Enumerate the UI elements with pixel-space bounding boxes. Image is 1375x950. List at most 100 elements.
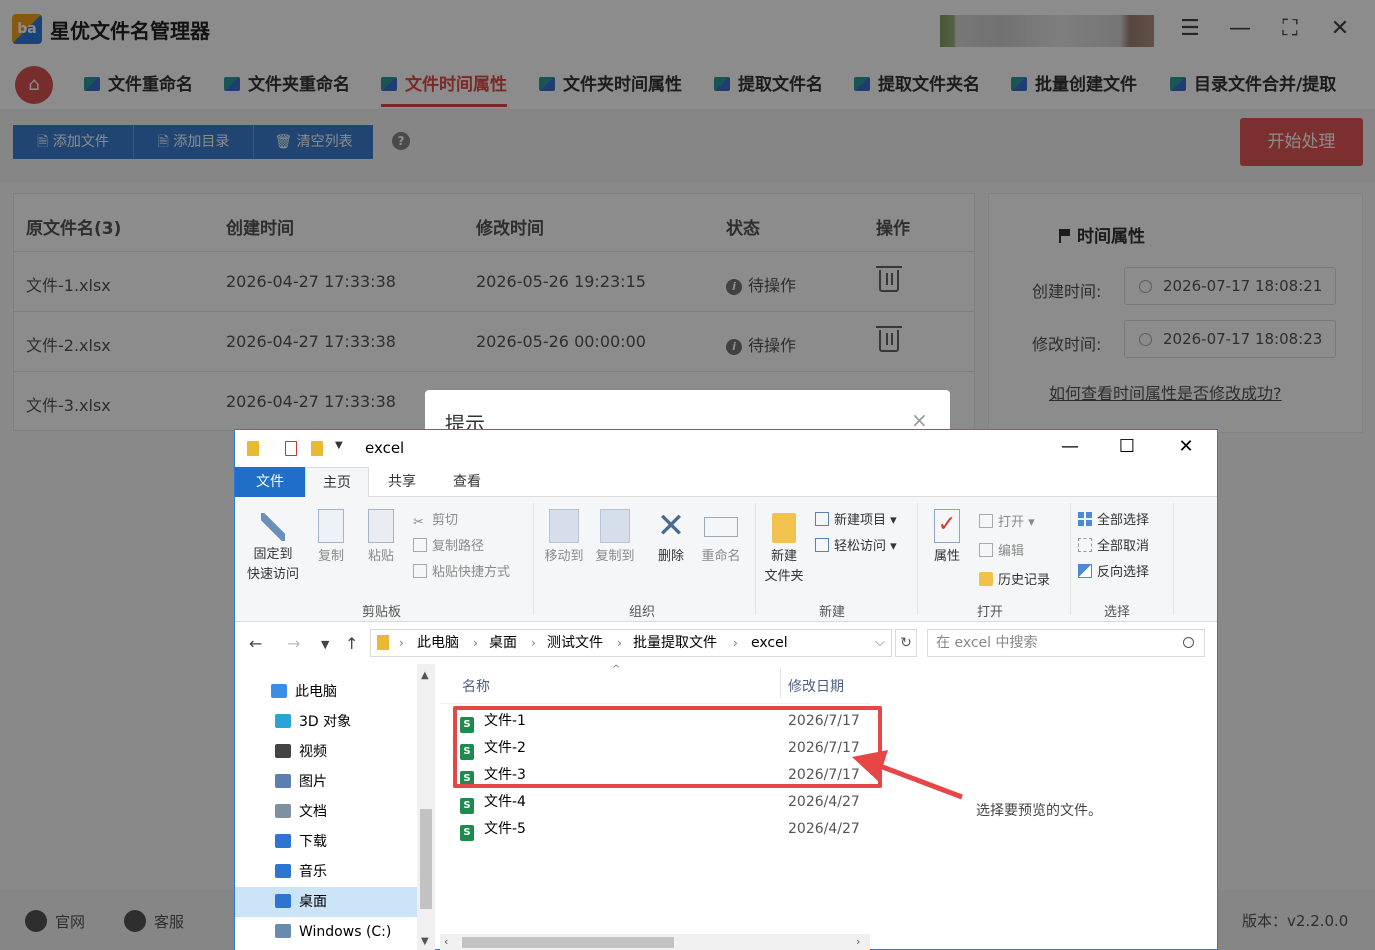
- tree-item-3d[interactable]: 3D 对象: [235, 707, 417, 737]
- column-divider[interactable]: [780, 668, 781, 698]
- music-note-icon: [275, 864, 291, 878]
- open-button[interactable]: 打开 ▾: [979, 511, 1035, 530]
- ribbon-tabs: 文件 主页 共享 查看 ︿ ?: [235, 467, 1217, 530]
- search-icon: [1183, 637, 1194, 648]
- invert-selection-button[interactable]: 反向选择: [1078, 561, 1149, 580]
- recent-dropdown-icon[interactable]: ▼: [321, 638, 329, 651]
- tree-item-documents[interactable]: 文档: [235, 797, 417, 827]
- ribbon-divider: [755, 503, 756, 615]
- paste-icon: [368, 509, 394, 543]
- new-item-icon: [815, 512, 829, 526]
- copy-path-button[interactable]: 复制路径: [413, 535, 484, 554]
- file-list-header: 名称 ^ 修改日期: [440, 664, 870, 704]
- folder-icon: [377, 635, 389, 650]
- breadcrumb-item[interactable]: 批量提取文件: [633, 630, 717, 656]
- group-clipboard-label: 剪贴板: [362, 605, 402, 620]
- tab-file[interactable]: 文件: [235, 467, 305, 497]
- col-name-header[interactable]: 名称: [462, 676, 490, 696]
- refresh-icon[interactable]: ↻: [895, 629, 917, 657]
- minimize-icon[interactable]: —: [1055, 436, 1085, 457]
- ribbon-divider: [1173, 503, 1174, 615]
- delete-button[interactable]: ✕ 删除: [651, 509, 691, 567]
- edit-button[interactable]: 编辑: [979, 540, 1024, 559]
- scroll-up-icon[interactable]: ▲: [421, 670, 429, 681]
- download-arrow-icon: [275, 834, 291, 848]
- new-item-button[interactable]: 新建项目 ▾: [815, 509, 897, 528]
- maximize-icon[interactable]: ☐: [1112, 436, 1142, 457]
- excel-file-icon: S: [460, 798, 474, 814]
- copy-to-button[interactable]: 复制到: [591, 509, 639, 567]
- easy-access-button[interactable]: 轻松访问 ▾: [815, 535, 897, 554]
- chevron-down-icon[interactable]: ▼: [335, 440, 343, 451]
- tree-scrollbar[interactable]: ▲ ▼: [417, 664, 435, 950]
- col-modified-header[interactable]: 修改日期: [788, 676, 844, 696]
- chevron-down-icon[interactable]: ⌵: [875, 630, 885, 656]
- select-all-button[interactable]: 全部选择: [1078, 509, 1149, 528]
- search-input[interactable]: 在 excel 中搜索: [927, 629, 1205, 657]
- ribbon: 固定到 快速访问 复制 粘贴 ✂ 剪切 复制路径 粘贴快捷方式 剪贴板 移动到 复制…: [235, 497, 1217, 622]
- move-to-button[interactable]: 移动到: [539, 509, 589, 567]
- close-icon[interactable]: ✕: [1171, 436, 1201, 457]
- group-select-label: 选择: [1104, 605, 1131, 620]
- tab-share[interactable]: 共享: [371, 467, 433, 497]
- history-button[interactable]: 历史记录: [979, 569, 1050, 588]
- file-explorer-window: ▼ excel — ☐ ✕ 文件 主页 共享 查看 ︿ ? 固定到快速访问 复制…: [234, 429, 1218, 950]
- copy-button[interactable]: 复制: [313, 509, 349, 567]
- chevron-right-icon: ›: [531, 636, 536, 650]
- desktop-icon: [275, 894, 291, 908]
- horizontal-scrollbar[interactable]: ‹ ›: [440, 934, 870, 950]
- new-folder-icon[interactable]: [311, 441, 323, 456]
- nav-tree: 此电脑 3D 对象 视频 图片 文档 下载 音乐 桌面 Windows (C:): [235, 664, 417, 950]
- cut-button[interactable]: ✂ 剪切: [413, 509, 458, 530]
- breadcrumb-item[interactable]: 此电脑: [417, 630, 459, 656]
- breadcrumb-item[interactable]: 桌面: [489, 630, 517, 656]
- ribbon-divider: [917, 503, 918, 615]
- tree-item-videos[interactable]: 视频: [235, 737, 417, 767]
- group-new-label: 新建: [819, 605, 846, 620]
- scroll-left-icon[interactable]: ‹: [444, 935, 448, 948]
- paste-button[interactable]: 粘贴: [363, 509, 399, 567]
- tree-item-drive-c[interactable]: Windows (C:): [235, 917, 417, 947]
- up-arrow-icon[interactable]: ↑: [345, 634, 358, 653]
- breadcrumb-item[interactable]: excel: [751, 630, 788, 656]
- chevron-right-icon: ›: [473, 636, 478, 650]
- chevron-right-icon: ›: [733, 636, 738, 650]
- new-folder-icon: [772, 513, 796, 543]
- group-open-label: 打开: [977, 605, 1004, 620]
- file-row[interactable]: S 文件-5 2026/4/27: [460, 816, 875, 843]
- rename-button[interactable]: 重命名: [697, 509, 745, 567]
- file-row[interactable]: S 文件-4 2026/4/27: [460, 789, 875, 816]
- address-bar[interactable]: › 此电脑 › 桌面 › 测试文件 › 批量提取文件 › excel ⌵: [370, 629, 892, 657]
- chevron-right-icon: ›: [617, 636, 622, 650]
- scroll-right-icon[interactable]: ›: [856, 935, 860, 948]
- tab-home[interactable]: 主页: [305, 467, 369, 498]
- new-folder-button[interactable]: 新建 文件夹: [761, 509, 807, 587]
- cube-icon: [275, 714, 291, 728]
- invert-selection-icon: [1078, 564, 1092, 578]
- paste-shortcut-icon: [413, 564, 427, 578]
- tab-view[interactable]: 查看: [435, 467, 499, 497]
- tree-item-music[interactable]: 音乐: [235, 857, 417, 887]
- edit-icon: [979, 543, 993, 557]
- breadcrumb-item[interactable]: 测试文件: [547, 630, 603, 656]
- pin-quick-access-button[interactable]: 固定到 快速访问: [243, 509, 303, 585]
- properties-icon[interactable]: [285, 441, 297, 456]
- scroll-down-icon[interactable]: ▼: [421, 936, 429, 947]
- properties-button[interactable]: ✓ 属性: [927, 509, 967, 567]
- select-none-button[interactable]: 全部取消: [1078, 535, 1149, 554]
- paste-shortcut-button[interactable]: 粘贴快捷方式: [413, 561, 510, 580]
- sort-chevron-icon: ^: [612, 664, 621, 675]
- tree-item-pictures[interactable]: 图片: [235, 767, 417, 797]
- scroll-thumb[interactable]: [420, 809, 432, 909]
- back-arrow-icon[interactable]: ←: [249, 634, 262, 653]
- select-none-icon: [1078, 538, 1092, 552]
- tree-item-this-pc[interactable]: 此电脑: [235, 677, 417, 707]
- scroll-thumb[interactable]: [462, 937, 674, 948]
- excel-file-icon: S: [460, 825, 474, 841]
- copy-path-icon: [413, 538, 427, 552]
- forward-arrow-icon[interactable]: →: [287, 634, 300, 653]
- tree-item-downloads[interactable]: 下载: [235, 827, 417, 857]
- folder-icon: [247, 441, 259, 456]
- tree-item-desktop[interactable]: 桌面: [235, 887, 417, 917]
- computer-icon: [271, 684, 287, 698]
